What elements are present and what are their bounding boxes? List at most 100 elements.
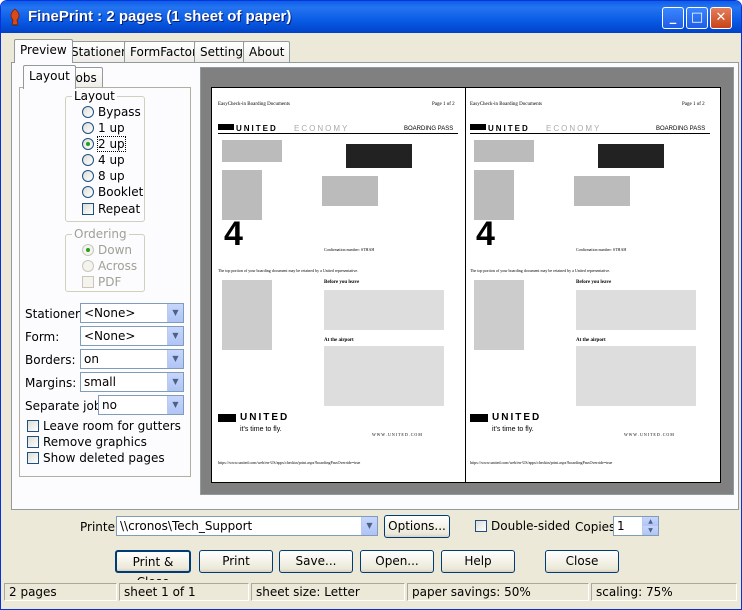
radio-icon [82, 122, 94, 134]
page1-redacted [222, 140, 282, 162]
checkbox-icon [82, 203, 94, 215]
options-button[interactable]: Options... [384, 515, 450, 538]
page2-boarding-pass: BOARDING PASS [656, 126, 706, 132]
ordering-down[interactable]: Down [82, 243, 132, 259]
layout-1up[interactable]: 1 up [82, 121, 125, 137]
checkbox-icon [475, 520, 487, 532]
page2-rule [470, 133, 710, 134]
maximize-button[interactable]: □ [686, 7, 708, 29]
status-paper-savings: paper savings: 50% [407, 583, 589, 601]
dropdown-arrow-icon[interactable]: ▼ [361, 517, 377, 535]
page1-header-right: Page 1 of 2 [432, 102, 455, 107]
margins-label: Margins: [25, 376, 77, 390]
status-scaling: scaling: 75% [591, 583, 737, 601]
radio-selected-icon [82, 244, 94, 256]
layout-8up[interactable]: 8 up [82, 169, 125, 185]
page2-slogan: it's time to fly. [492, 426, 534, 433]
margins-select[interactable]: small ▼ [80, 372, 184, 392]
help-button[interactable]: Help [441, 550, 515, 573]
layout-2up[interactable]: 2 up [82, 136, 126, 153]
double-sided-checkbox[interactable]: Double-sided [475, 519, 570, 535]
page2-redacted [574, 176, 630, 206]
page1-header-left: EasyCheck-in Boarding Documents [218, 102, 290, 107]
dropdown-arrow-icon[interactable]: ▼ [167, 327, 183, 345]
ordering-group-title: Ordering [72, 227, 129, 241]
page1-gate-number: 4 [224, 215, 243, 253]
pdf-checkbox[interactable]: PDF [82, 275, 121, 291]
radio-icon [82, 186, 94, 198]
checkbox-icon [27, 436, 39, 448]
form-select[interactable]: <None> ▼ [80, 326, 184, 346]
fineprint-window: FinePrint : 2 pages (1 sheet of paper) _… [0, 0, 742, 610]
page2-redacted [474, 140, 534, 162]
page1-airport-heading: At the airport [324, 338, 354, 343]
show-deleted-checkbox[interactable]: Show deleted pages [27, 451, 165, 467]
dropdown-arrow-icon[interactable]: ▼ [167, 396, 183, 414]
dropdown-arrow-icon[interactable]: ▼ [167, 350, 183, 368]
separate-jobs-select[interactable]: no ▼ [98, 395, 184, 415]
print-close-button[interactable]: Print & Close [115, 550, 191, 589]
status-pages: 2 pages [4, 583, 117, 601]
subtab-layout[interactable]: Layout [23, 65, 76, 89]
page-divider [465, 88, 466, 482]
borders-select[interactable]: on ▼ [80, 349, 184, 369]
print-button[interactable]: Print [199, 550, 273, 573]
page2-note: The top portion of your boarding documen… [470, 268, 611, 273]
status-bar: 2 pages sheet 1 of 1 sheet size: Letter … [1, 580, 741, 609]
page2-header-left: EasyCheck-in Boarding Documents [470, 102, 542, 107]
save-button[interactable]: Save... [279, 550, 353, 573]
page2-gate-number: 4 [476, 215, 495, 253]
tab-preview[interactable]: Preview [14, 39, 73, 63]
page1-slogan: it's time to fly. [240, 426, 282, 433]
tab-about[interactable]: About [243, 41, 291, 63]
page2-body-text [576, 346, 696, 406]
page2-body-text [576, 290, 696, 330]
page2-footer-url: https://www.united.com/web/en-US/apps/ch… [470, 460, 613, 465]
fineprint-app-icon [10, 8, 20, 26]
copies-spinner[interactable]: 1 ▲ ▼ [613, 516, 659, 536]
page2-footer-logo-mark [470, 414, 488, 422]
page2-footer-airline: UNITED [492, 412, 542, 423]
close-window-button[interactable]: ✕ [710, 7, 732, 29]
ordering-across[interactable]: Across [82, 259, 137, 275]
minimize-button[interactable]: _ [662, 7, 684, 29]
page1-boarding-pass: BOARDING PASS [404, 126, 454, 132]
repeat-checkbox[interactable]: Repeat [82, 202, 140, 218]
open-button[interactable]: Open... [360, 550, 434, 573]
page1-redacted [222, 170, 262, 220]
page2-airline: UNITED [488, 124, 530, 133]
dropdown-arrow-icon[interactable]: ▼ [167, 304, 183, 322]
page1-redacted [222, 280, 272, 350]
leave-room-checkbox[interactable]: Leave room for gutters [27, 419, 181, 435]
status-sheet: sheet 1 of 1 [119, 583, 249, 601]
close-button[interactable]: Close [545, 550, 619, 573]
checkbox-icon [82, 276, 94, 288]
preview-sheet[interactable]: EasyCheck-in Boarding Documents Page 1 o… [211, 87, 721, 483]
page1-redacted-dark [346, 144, 412, 168]
printer-select[interactable]: \\cronos\Tech_Support ▼ [116, 516, 378, 536]
page1-footer-url: https://www.united.com/web/en-US/apps/ch… [218, 460, 361, 465]
spin-down-icon[interactable]: ▼ [642, 526, 658, 535]
radio-selected-icon [82, 138, 94, 150]
checkbox-icon [27, 452, 39, 464]
radio-icon [82, 154, 94, 166]
page1-confirmation: Confirmation number: STHAH [324, 247, 375, 252]
dropdown-arrow-icon[interactable]: ▼ [167, 373, 183, 391]
remove-graphics-checkbox[interactable]: Remove graphics [27, 435, 147, 451]
page2-redacted-dark [598, 144, 664, 168]
stationery-select[interactable]: <None> ▼ [80, 303, 184, 323]
title-bar[interactable]: FinePrint : 2 pages (1 sheet of paper) _… [1, 1, 741, 33]
layout-4up[interactable]: 4 up [82, 153, 125, 169]
radio-icon [82, 170, 94, 182]
page1-body-text [324, 290, 444, 330]
page2-logo-mark [470, 124, 486, 130]
ordering-group: Ordering Down Across PDF [65, 227, 145, 292]
borders-label: Borders: [25, 353, 76, 367]
checkbox-icon [27, 420, 39, 432]
layout-bypass[interactable]: Bypass [82, 105, 141, 121]
layout-booklet[interactable]: Booklet [82, 185, 143, 201]
layout-group-title: Layout [72, 89, 117, 103]
form-label: Form: [25, 330, 60, 344]
spin-up-icon[interactable]: ▲ [642, 517, 658, 526]
status-sheet-size: sheet size: Letter [251, 583, 405, 601]
